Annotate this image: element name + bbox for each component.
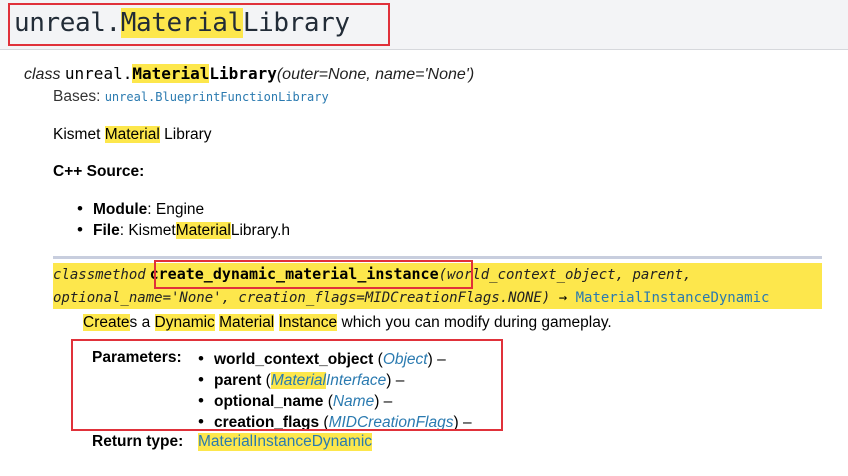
class-bases: Bases: unreal.BlueprintFunctionLibrary [53,88,329,105]
method-name-highlight-box [154,260,473,289]
return-type-value[interactable]: MaterialInstanceDynamic [198,433,373,451]
base-class-link[interactable]: unreal.BlueprintFunctionLibrary [105,90,329,104]
list-item: Module: Engine [77,198,290,220]
cpp-source-heading: C++ Source: [53,163,145,180]
class-description: Kismet Material Library [53,126,212,143]
parameters-highlight-box [71,339,503,431]
class-signature: class unreal.MaterialLibrary(outer=None,… [24,64,475,83]
return-type-label: Return type: [92,433,184,450]
method-description: Creates a Dynamic Material Instance whic… [83,314,612,331]
list-item: File: KismetMaterialLibrary.h [77,219,290,241]
cpp-source-list: Module: Engine File: KismetMaterialLibra… [77,198,290,241]
title-highlight-box [8,3,390,46]
return-type-link[interactable]: MaterialInstanceDynamic [576,290,770,306]
section-divider [53,256,822,259]
